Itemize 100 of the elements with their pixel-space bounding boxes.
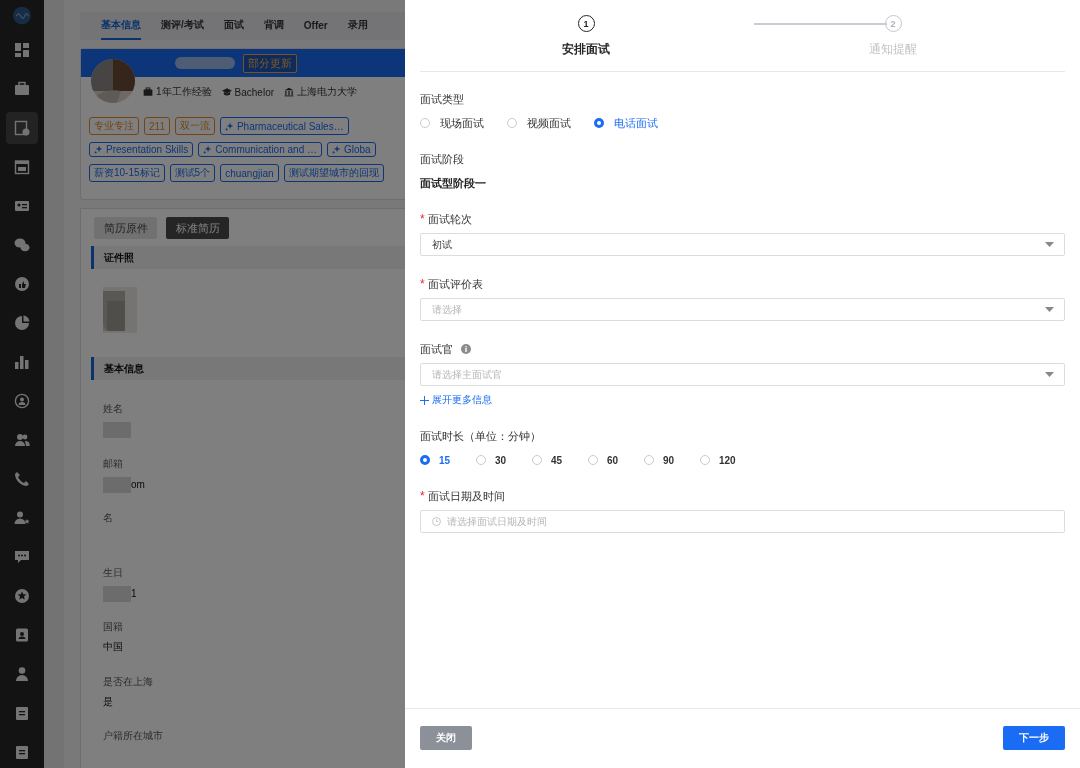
tag: 测试5个 [169, 164, 216, 182]
profile-fact: 上海电力大学 [297, 85, 358, 99]
expand-link[interactable]: 展开更多信息 [420, 393, 492, 407]
tab[interactable]: 基本信息 [101, 12, 141, 40]
sidebar-item[interactable] [6, 112, 38, 144]
radio-button[interactable] [594, 118, 604, 128]
tag: 211 [144, 117, 170, 135]
select-field[interactable]: 初试 [420, 233, 1065, 256]
tag: Globa [327, 142, 376, 157]
user-star-icon [14, 510, 30, 526]
required-mark: * [420, 278, 425, 290]
tag: Pharmaceutical Sales… [219, 117, 349, 135]
field-label: 面试时长（单位：分钟） [420, 428, 541, 444]
tag: 测试期望城市的回现 [283, 164, 384, 182]
redacted-name [175, 57, 235, 69]
tab[interactable]: Offer [303, 12, 328, 40]
field-label: 名 [103, 511, 114, 525]
user-circle-icon [14, 393, 30, 409]
sparkle-icon [203, 145, 213, 154]
field-label: 面试评价表 [427, 276, 483, 292]
step-label: 通知提醒 [869, 41, 917, 58]
tag: 双一流 [174, 117, 215, 135]
field-label: 面试官 [420, 341, 453, 357]
profile-fact: 1年工作经验 [156, 85, 212, 99]
resume-view-tab[interactable]: 标准简历 [166, 217, 229, 239]
calendar-icon [14, 159, 30, 175]
next-button[interactable]: 下一步 [1003, 726, 1065, 750]
step-number: 2 [884, 15, 902, 32]
resume-view-tab[interactable]: 简历原件 [94, 217, 157, 239]
section-header: 证件照 [91, 246, 405, 269]
option-label: 15 [439, 454, 451, 466]
radio-option[interactable]: 15 [420, 454, 453, 466]
close-button[interactable]: 关闭 [420, 726, 472, 750]
tab[interactable]: 面试 [223, 12, 244, 40]
section-header: 基本信息 [91, 357, 405, 380]
tag: 专业专注 [89, 117, 139, 135]
radio-option[interactable]: 45 [532, 454, 565, 466]
bar-chart-icon [14, 354, 30, 370]
radio-option[interactable]: 电话面试 [594, 115, 658, 131]
clipboard-icon [14, 705, 30, 721]
tag: chuangjian [220, 164, 279, 182]
update-badge: 部分更新 [243, 53, 297, 73]
option-label: 60 [607, 454, 619, 466]
step-label: 安排面试 [562, 41, 610, 58]
caret-icon [1045, 372, 1054, 377]
tag: Presentation Skills [89, 142, 194, 157]
sparkle-icon [94, 145, 103, 154]
tab[interactable]: 录用 [347, 12, 368, 40]
required-mark: * [420, 490, 425, 502]
field-value: om [131, 479, 145, 490]
briefcase-icon [143, 87, 153, 97]
option-label: 电话面试 [614, 115, 658, 131]
step-number: 1 [577, 15, 595, 32]
radio-option[interactable]: 120 [700, 454, 733, 466]
chat-bubbles-icon [14, 237, 30, 253]
option-label: 30 [495, 454, 507, 466]
field-label: 面试轮次 [427, 211, 472, 227]
option-label: 120 [719, 454, 736, 466]
option-label: 现场面试 [440, 115, 484, 131]
pie-chart-icon [14, 315, 30, 331]
field-label: 邮箱 [103, 456, 124, 471]
thumbs-up-icon [14, 276, 30, 292]
tag: 薪资10-15标记 [89, 164, 165, 182]
field-label: 生日 [103, 565, 124, 580]
grid-icon [14, 42, 30, 58]
option-label: 45 [551, 454, 563, 466]
field-value: 面试型阶段一 [420, 175, 487, 191]
field-value: 中国 [103, 640, 123, 654]
tab[interactable]: 背调 [263, 12, 284, 40]
tag: Communication and … [198, 142, 322, 157]
badge-icon [14, 627, 30, 643]
briefcase-icon [14, 81, 30, 97]
caret-icon [1045, 307, 1054, 312]
field-label: 户籍所在城市 [103, 729, 164, 743]
profile-fact: Bachelor [234, 86, 275, 98]
document-person-icon [14, 120, 30, 136]
clock-icon [432, 517, 441, 526]
clipboard-icon [14, 744, 30, 760]
radio-option[interactable]: 30 [476, 454, 509, 466]
option-label: 视频面试 [527, 115, 571, 131]
graduation-cap-icon [221, 87, 232, 97]
radio-option[interactable]: 90 [644, 454, 677, 466]
radio-button[interactable] [420, 455, 430, 465]
chat-icon [14, 549, 30, 565]
sparkle-icon [224, 121, 234, 131]
user-icon [14, 666, 30, 682]
radio-option[interactable]: 60 [588, 454, 621, 466]
phone-icon [14, 471, 30, 487]
building-icon [284, 87, 295, 97]
field-label: 面试类型 [420, 91, 464, 107]
field-label: 姓名 [103, 402, 124, 416]
id-card-icon [14, 198, 30, 214]
radio-option[interactable]: 视频面试 [507, 115, 571, 131]
option-label: 90 [663, 454, 675, 466]
tab[interactable]: 测评/考试 [161, 12, 204, 40]
field-label: 面试日期及时间 [427, 488, 505, 504]
radio-option[interactable]: 现场面试 [420, 115, 484, 131]
field-value: 是 [103, 694, 113, 709]
required-mark: * [420, 213, 425, 225]
field-label: 国籍 [103, 620, 124, 634]
